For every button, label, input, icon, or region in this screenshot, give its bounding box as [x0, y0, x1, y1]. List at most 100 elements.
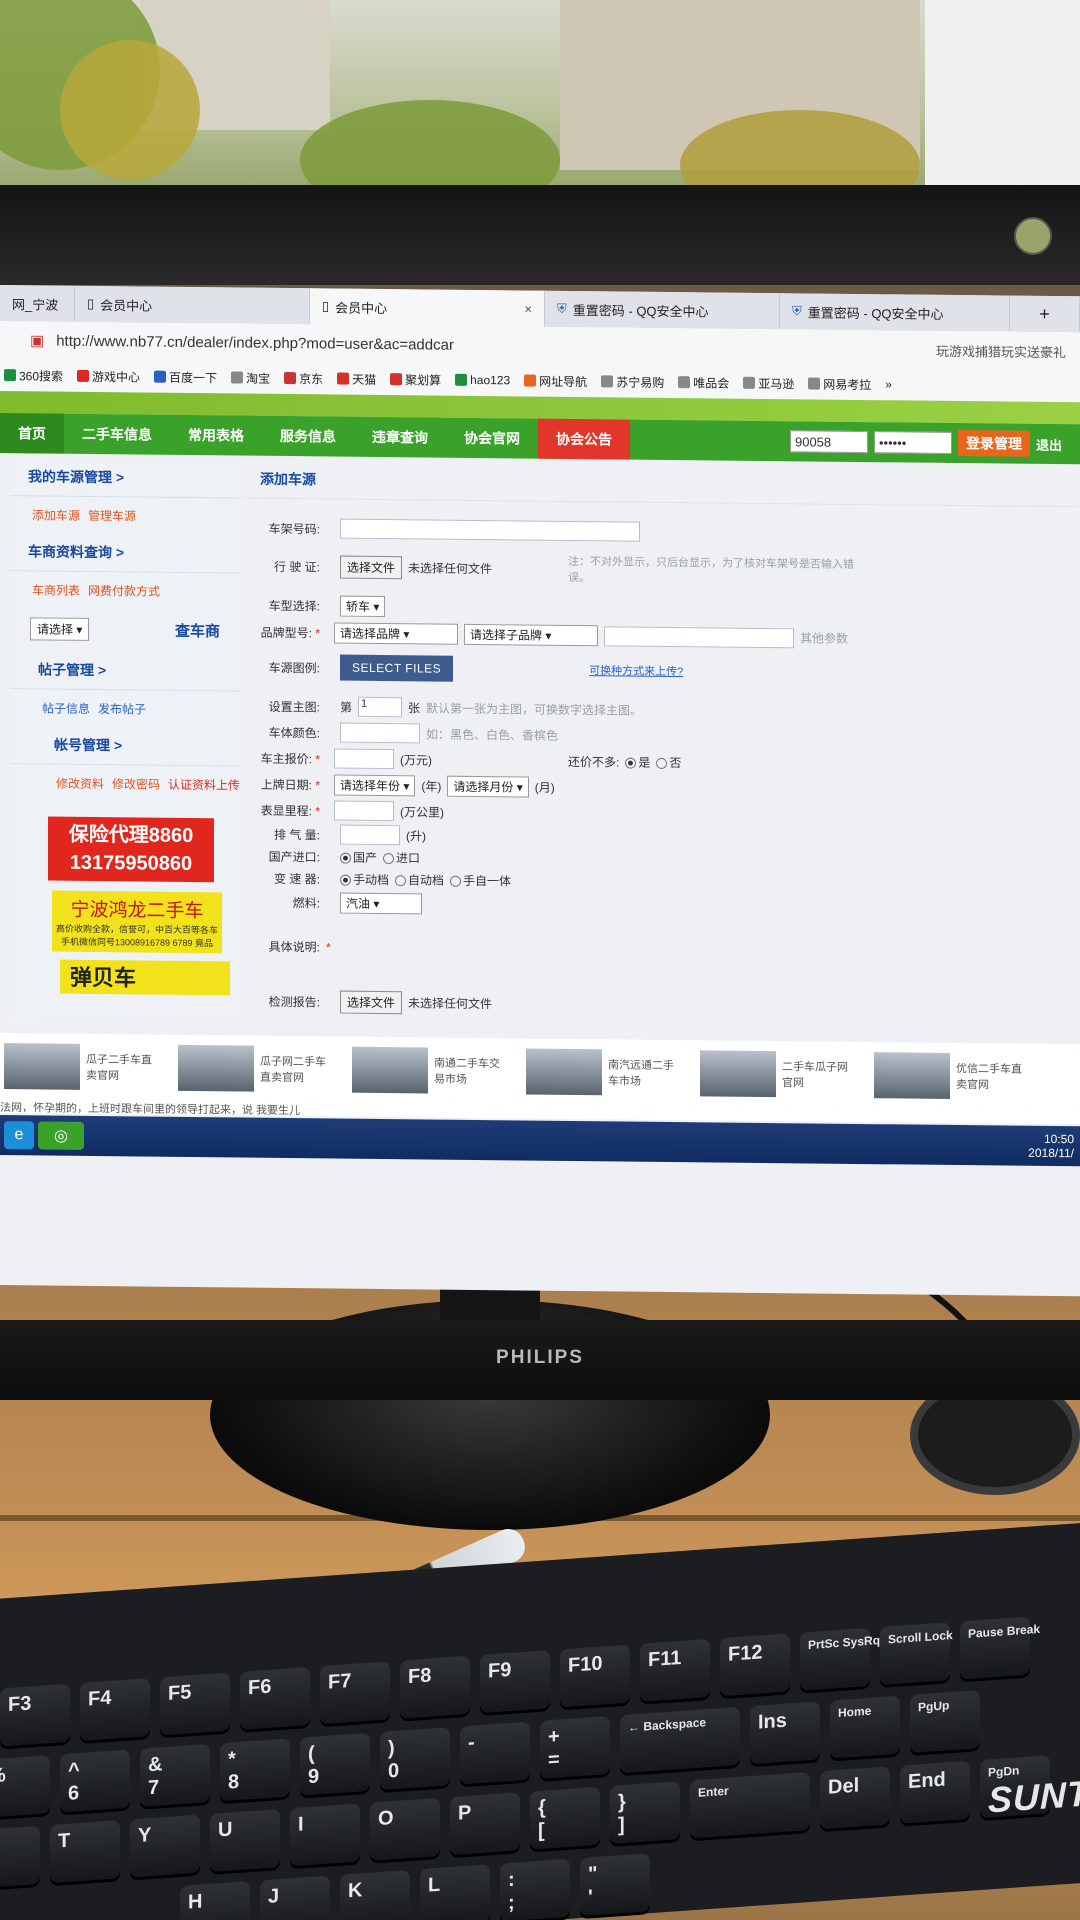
bookmark-item[interactable]: »: [885, 377, 892, 391]
nav-services[interactable]: 服务信息: [262, 416, 354, 457]
description-row: 具体说明: *: [268, 939, 331, 955]
third-ad[interactable]: 弹贝车: [60, 959, 230, 996]
add-car-link[interactable]: 添加车源: [32, 506, 80, 524]
displacement-row: 排 气 量: (升): [250, 824, 426, 846]
news-item[interactable]: 南汽远通二手车市场: [526, 1048, 686, 1097]
brand-select[interactable]: 请选择品牌 ▾: [334, 622, 458, 645]
mileage-input[interactable]: [334, 800, 394, 822]
bookmark-item[interactable]: 亚马逊: [743, 374, 794, 392]
find-dealer-button[interactable]: 查车商: [175, 620, 220, 641]
manage-car-link[interactable]: 管理车源: [88, 506, 136, 524]
domestic-radio[interactable]: 国产: [340, 849, 377, 866]
bookmark-item[interactable]: 苏宁易购: [601, 373, 664, 391]
model-input[interactable]: [604, 625, 794, 648]
news-item[interactable]: 优信二手车直卖官网: [874, 1052, 1034, 1100]
price-input[interactable]: [334, 748, 394, 770]
keyboard-key: Del: [820, 1766, 890, 1830]
vin-input[interactable]: [340, 518, 640, 542]
login-button[interactable]: 登录管理: [957, 430, 1030, 457]
system-clock[interactable]: 10:50 2018/11/: [1028, 1132, 1074, 1160]
car-type-row: 车型选择: 轿车 ▾: [250, 595, 386, 618]
bookmark-item[interactable]: 淘宝: [231, 369, 270, 386]
browser-360-icon[interactable]: ◎: [38, 1121, 84, 1150]
bookmark-item[interactable]: 游戏中心: [77, 367, 140, 385]
nav-forms[interactable]: 常用表格: [170, 415, 262, 456]
keyboard-key: O: [370, 1797, 440, 1861]
window-frame: [925, 0, 1080, 210]
post-info-link[interactable]: 帖子信息: [42, 699, 90, 717]
bookmark-item[interactable]: 唯品会: [678, 374, 729, 392]
bookmark-item[interactable]: 360搜索: [4, 367, 63, 385]
browser-tab[interactable]: ⛨ 重置密码 - QQ安全中心: [545, 290, 780, 330]
dealer-list-link[interactable]: 车商列表: [32, 581, 80, 599]
color-input[interactable]: [340, 722, 420, 744]
main-photo-input[interactable]: 1: [358, 696, 403, 718]
month-select[interactable]: 请选择月份 ▾: [447, 775, 529, 798]
news-item[interactable]: 瓜子二手车直卖官网: [4, 1043, 164, 1091]
report-file-button[interactable]: 选择文件: [340, 990, 403, 1015]
bookmark-item[interactable]: 网易考拉: [808, 375, 871, 393]
news-item[interactable]: 南通二手车交易市场: [352, 1046, 512, 1095]
displacement-input[interactable]: [340, 824, 400, 846]
close-icon[interactable]: ×: [524, 301, 532, 316]
bookmark-item[interactable]: 百度一下: [154, 368, 217, 386]
year-select[interactable]: 请选择年份 ▾: [334, 774, 416, 797]
news-item[interactable]: 二手车瓜子网官网: [700, 1050, 860, 1098]
bookmark-item[interactable]: 聚划算: [390, 371, 441, 389]
nav-notices[interactable]: 协会公告: [538, 418, 630, 460]
car-thumbnail: [352, 1046, 428, 1094]
chevron-down-icon: ▾: [403, 627, 410, 642]
bookmark-item[interactable]: 京东: [284, 369, 323, 386]
logout-link[interactable]: 退出: [1036, 434, 1062, 453]
sidebar-post-title[interactable]: 帖子管理 >: [10, 650, 240, 692]
manual-radio[interactable]: 手动档: [340, 871, 389, 889]
form-title: 添加车源: [244, 459, 1080, 508]
dealer-ad[interactable]: 宁波鸿龙二手车 高价收购全款，信誉可，中百大百等各车 手机微信同号1300891…: [52, 890, 222, 954]
keyboard-key: I: [290, 1803, 360, 1867]
ie-icon[interactable]: e: [4, 1121, 34, 1150]
new-tab-button[interactable]: +: [1010, 295, 1080, 333]
news-item[interactable]: 瓜子网二手车直卖官网: [178, 1044, 338, 1093]
auto-radio[interactable]: 自动档: [395, 871, 444, 889]
address-bar-promo[interactable]: 玩游戏捕猎玩实送豪礼: [936, 340, 1066, 360]
negotiable-yes-radio[interactable]: 是: [625, 753, 650, 770]
sidebar-dealer-query-title[interactable]: 车商资料查询 >: [10, 532, 240, 574]
change-password-link[interactable]: 修改密码: [112, 775, 160, 793]
bookmark-icon: [284, 371, 297, 385]
sidebar-car-mgmt-title[interactable]: 我的车源管理 >: [10, 457, 240, 499]
bookmark-item[interactable]: hao123: [455, 373, 510, 387]
sidebar-account-title[interactable]: 帐号管理 >: [10, 725, 240, 767]
negotiable-no-radio[interactable]: 否: [656, 753, 681, 770]
upload-alt-link[interactable]: 可换种方式来上传?: [589, 662, 683, 679]
url-text[interactable]: http://www.nb77.cn/dealer/index.php?mod=…: [56, 332, 454, 353]
bookmark-item[interactable]: 天猫: [337, 370, 376, 387]
select-files-button[interactable]: SELECT FILES: [340, 654, 454, 682]
fuel-select[interactable]: 汽油 ▾: [340, 892, 422, 915]
license-file-button[interactable]: 选择文件: [340, 555, 403, 579]
browser-tab[interactable]: ▯ 会员中心: [75, 285, 310, 325]
dealer-select[interactable]: 请选择 ▾: [30, 617, 90, 641]
car-type-select[interactable]: 轿车 ▾: [340, 595, 386, 618]
edit-profile-link[interactable]: 修改资料: [56, 774, 104, 792]
bookmark-item[interactable]: 网址导航: [524, 372, 587, 390]
keyboard-key: F3: [0, 1683, 70, 1747]
nav-home[interactable]: 首页: [0, 413, 64, 454]
photo-scene: F3 F4 F5 F6 F7 F8 F9 F10 F11 F12 PrtSc SysRq Scroll…: [0, 0, 1080, 1920]
imported-radio[interactable]: 进口: [383, 849, 420, 866]
nav-used-cars[interactable]: 二手车信息: [64, 414, 170, 455]
main-photo-row: 设置主图: 第 1 张 默认第一张为主图，可换数字选择主图。: [268, 696, 643, 718]
upload-auth-link[interactable]: 认证资料上传: [168, 775, 240, 793]
browser-tab[interactable]: 网_宁波: [0, 285, 75, 322]
username-field[interactable]: 90058: [789, 430, 868, 454]
insurance-ad[interactable]: 保险代理8860 13175950860: [48, 816, 214, 883]
manumatic-radio[interactable]: 手自一体: [450, 872, 511, 890]
nav-association[interactable]: 协会官网: [446, 418, 538, 459]
payment-method-link[interactable]: 网费付款方式: [88, 581, 160, 599]
sub-brand-select[interactable]: 请选择子品牌 ▾: [464, 623, 598, 647]
dealer-search-row: 请选择 ▾ 查车商: [10, 607, 240, 652]
password-field[interactable]: ••••••: [873, 431, 952, 454]
nav-violations[interactable]: 违章查询: [354, 417, 446, 458]
browser-tab[interactable]: ⛨ 重置密码 - QQ安全中心: [780, 293, 1010, 332]
browser-tab-active[interactable]: ▯ 会员中心 ×: [310, 288, 545, 327]
publish-post-link[interactable]: 发布帖子: [98, 700, 146, 718]
